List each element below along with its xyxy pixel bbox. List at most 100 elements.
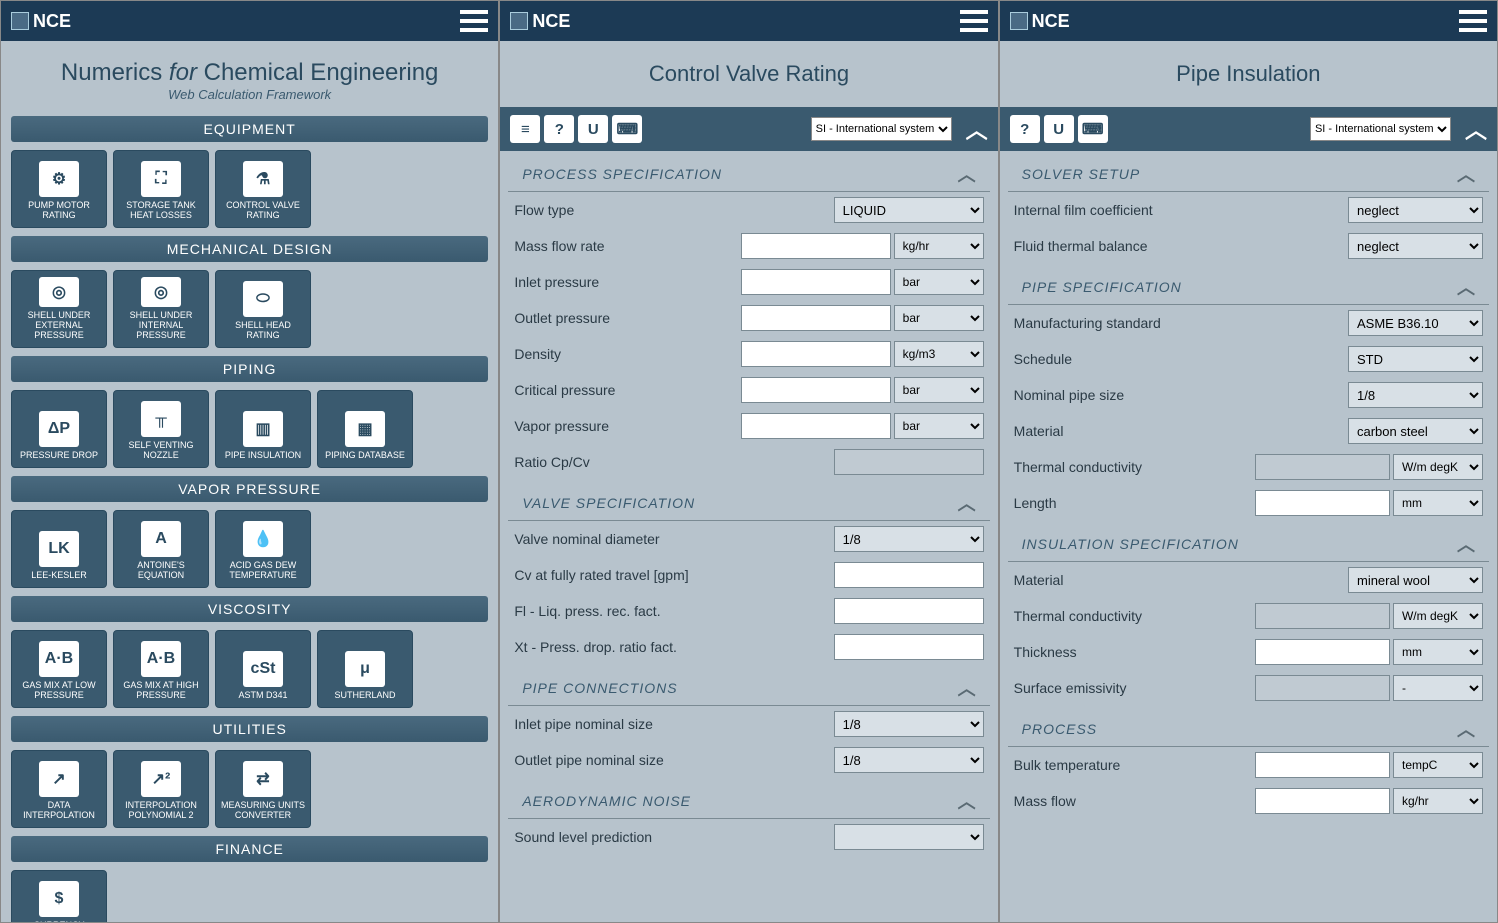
nav-tile[interactable]: ⬭SHELL HEAD RATING xyxy=(215,270,311,348)
unit-select[interactable]: kg/hr xyxy=(1393,788,1483,814)
nav-tile[interactable]: A·BGAS MIX AT LOW PRESSURE xyxy=(11,630,107,708)
select-input[interactable]: mineral wool xyxy=(1348,567,1483,593)
nav-tile[interactable]: 💧ACID GAS DEW TEMPERATURE xyxy=(215,510,311,588)
chevron-up-icon[interactable]: ︿ xyxy=(1457,531,1475,557)
nav-tile[interactable]: ΔPPRESSURE DROP xyxy=(11,390,107,468)
chevron-up-icon[interactable]: ︿ xyxy=(958,490,976,516)
unit-select[interactable]: kg/hr xyxy=(894,233,984,259)
nav-tile[interactable]: ╥SELF VENTING NOZZLE xyxy=(113,390,209,468)
unit-select[interactable]: mm xyxy=(1393,490,1483,516)
toolbar-button[interactable]: U xyxy=(578,115,608,143)
chevron-up-icon[interactable]: ︿ xyxy=(958,675,976,701)
nav-tile[interactable]: ⚗CONTROL VALVE RATING xyxy=(215,150,311,228)
unit-select[interactable]: W/m degK xyxy=(1393,454,1483,480)
unit-system-select[interactable]: SI - International system xyxy=(811,117,952,141)
nav-tile[interactable]: ⛶STORAGE TANK HEAT LOSSES xyxy=(113,150,209,228)
nav-tile[interactable]: ◎SHELL UNDER INTERNAL PRESSURE xyxy=(113,270,209,348)
number-input[interactable] xyxy=(1255,788,1390,814)
menu-icon[interactable] xyxy=(460,10,488,32)
nav-tile[interactable]: ⚙PUMP MOTOR RATING xyxy=(11,150,107,228)
field-label: Material xyxy=(1014,423,1348,439)
nav-tile[interactable]: ↗²INTERPOLATION POLYNOMIAL 2 xyxy=(113,750,209,828)
select-input[interactable]: 1/8 xyxy=(834,747,984,773)
toolbar-button[interactable]: ? xyxy=(1010,115,1040,143)
page-title: Control Valve Rating xyxy=(500,41,997,107)
unit-select[interactable]: mm xyxy=(1393,639,1483,665)
number-input[interactable] xyxy=(834,598,984,624)
nav-tile[interactable]: $CURRENCY CONVERTER xyxy=(11,870,107,923)
number-input[interactable] xyxy=(1255,752,1390,778)
select-input[interactable] xyxy=(834,824,984,850)
select-input[interactable]: neglect xyxy=(1348,233,1483,259)
select-input[interactable]: LIQUID xyxy=(834,197,984,223)
number-input[interactable] xyxy=(741,413,891,439)
nav-tile[interactable]: cStASTM D341 xyxy=(215,630,311,708)
unit-select[interactable]: bar xyxy=(894,413,984,439)
select-input[interactable]: 1/8 xyxy=(834,526,984,552)
toolbar-button[interactable]: ? xyxy=(544,115,574,143)
menu-icon[interactable] xyxy=(960,10,988,32)
field-label: Bulk temperature xyxy=(1014,757,1255,773)
unit-select[interactable]: kg/m3 xyxy=(894,341,984,367)
nav-tile[interactable]: LKLEE-KESLER xyxy=(11,510,107,588)
number-input[interactable] xyxy=(1255,490,1390,516)
nav-tile[interactable]: ◎SHELL UNDER EXTERNAL PRESSURE xyxy=(11,270,107,348)
toolbar-button[interactable]: ⌨ xyxy=(1078,115,1108,143)
chevron-up-icon[interactable]: ︿ xyxy=(1457,161,1475,187)
logo: NCE xyxy=(1010,11,1070,32)
select-input[interactable]: ASME B36.10 xyxy=(1348,310,1483,336)
number-input[interactable] xyxy=(741,269,891,295)
collapse-all-icon[interactable]: ︿ xyxy=(1465,113,1487,145)
logo: NCE xyxy=(510,11,570,32)
menu-icon[interactable] xyxy=(1459,10,1487,32)
unit-select[interactable]: tempC xyxy=(1393,752,1483,778)
group-title: AERODYNAMIC NOISE xyxy=(522,793,691,809)
chevron-up-icon[interactable]: ︿ xyxy=(1457,274,1475,300)
number-input[interactable] xyxy=(741,305,891,331)
nav-tile[interactable]: ↗DATA INTERPOLATION xyxy=(11,750,107,828)
number-input[interactable] xyxy=(834,562,984,588)
select-input[interactable]: 1/8 xyxy=(1348,382,1483,408)
field-label: Mass flow rate xyxy=(514,238,740,254)
tile-label: MEASURING UNITS CONVERTER xyxy=(218,801,308,821)
toolbar-button[interactable]: ⌨ xyxy=(612,115,642,143)
unit-select[interactable]: bar xyxy=(894,377,984,403)
chevron-up-icon[interactable]: ︿ xyxy=(958,788,976,814)
nav-tile[interactable]: μSUTHERLAND xyxy=(317,630,413,708)
chevron-up-icon[interactable]: ︿ xyxy=(1457,716,1475,742)
field-row: Manufacturing standardASME B36.10 xyxy=(1000,305,1497,341)
select-input[interactable]: STD xyxy=(1348,346,1483,372)
unit-select[interactable]: bar xyxy=(894,305,984,331)
unit-system-select[interactable]: SI - International system xyxy=(1310,117,1451,141)
nav-tile[interactable]: ⇄MEASURING UNITS CONVERTER xyxy=(215,750,311,828)
group-title: VALVE SPECIFICATION xyxy=(522,495,695,511)
nav-tile[interactable]: A·BGAS MIX AT HIGH PRESSURE xyxy=(113,630,209,708)
number-input[interactable] xyxy=(741,377,891,403)
number-input[interactable] xyxy=(741,233,891,259)
select-input[interactable]: 1/8 xyxy=(834,711,984,737)
toolbar-button[interactable]: ≡ xyxy=(510,115,540,143)
number-input[interactable] xyxy=(741,341,891,367)
field-input-box xyxy=(834,562,984,588)
field-input-box: 1/8 xyxy=(1348,382,1483,408)
group-head: SOLVER SETUP︿ xyxy=(1008,151,1489,192)
select-input[interactable]: carbon steel xyxy=(1348,418,1483,444)
number-input[interactable] xyxy=(834,634,984,660)
field-row: Valve nominal diameter1/8 xyxy=(500,521,997,557)
nav-tile[interactable]: ▦PIPING DATABASE xyxy=(317,390,413,468)
tile-icon: ◎ xyxy=(39,277,79,307)
nav-tile[interactable]: ▥PIPE INSULATION xyxy=(215,390,311,468)
select-input[interactable]: neglect xyxy=(1348,197,1483,223)
unit-select[interactable]: W/m degK xyxy=(1393,603,1483,629)
chevron-up-icon[interactable]: ︿ xyxy=(958,161,976,187)
unit-select[interactable]: - xyxy=(1393,675,1483,701)
number-input[interactable] xyxy=(1255,639,1390,665)
section-head: EQUIPMENT xyxy=(11,116,488,142)
toolbar-button[interactable]: U xyxy=(1044,115,1074,143)
collapse-all-icon[interactable]: ︿ xyxy=(966,113,988,145)
nav-tile[interactable]: AANTOINE'S EQUATION xyxy=(113,510,209,588)
unit-select[interactable]: bar xyxy=(894,269,984,295)
field-label: Outlet pressure xyxy=(514,310,740,326)
field-row: Sound level prediction xyxy=(500,819,997,855)
tile-icon: A·B xyxy=(141,641,181,677)
